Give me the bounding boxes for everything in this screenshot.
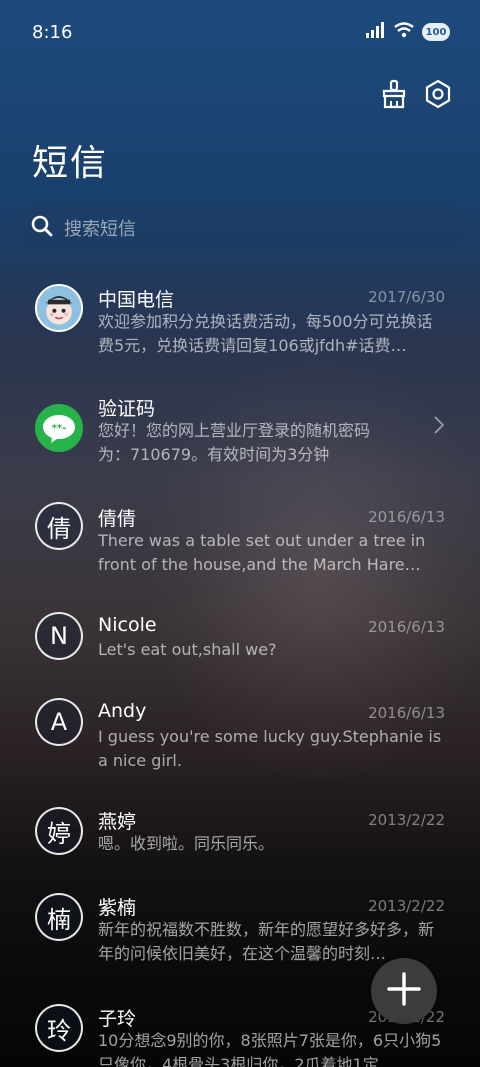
message-preview: Let's eat out,shall we?	[98, 640, 277, 659]
message-preview: 新年的祝福数不胜数，新年的愿望好多好多，新年的问候依旧美好，在这个温馨的时刻…	[98, 920, 435, 963]
message-preview: There was a table set out under a tree i…	[98, 531, 426, 574]
avatar-letter: 玲	[35, 1004, 83, 1052]
contact-name: 燕婷	[98, 811, 137, 833]
contact-name: Andy	[98, 700, 147, 722]
contact-name: Nicole	[98, 614, 157, 636]
message-preview: 10分想念9别的你，8张照片7张是你，6只小狗5只像你，4根骨头3根归你，2爪着…	[98, 1031, 442, 1067]
message-preview: 嗯。收到啦。同乐同乐。	[98, 834, 275, 853]
message-item-andy[interactable]: A Andy 2016/6/13 I guess you're some luc…	[0, 696, 480, 776]
avatar-photo	[35, 284, 83, 332]
avatar-letter: 婷	[35, 807, 83, 855]
message-date: 2016/6/13	[368, 508, 445, 526]
avatar-letter: 楠	[35, 893, 83, 941]
plus-icon	[386, 971, 422, 1011]
status-time: 8:16	[32, 22, 73, 43]
avatar-letter: N	[35, 612, 83, 660]
search-placeholder: 搜索短信	[64, 219, 136, 240]
message-item-yanting[interactable]: 婷 燕婷 2013/2/22 嗯。收到啦。同乐同乐。	[0, 805, 480, 865]
status-icons: 100	[366, 22, 450, 42]
message-preview: 您好！您的网上营业厅登录的随机密码为：710679。有效时间为3分钟	[98, 421, 371, 464]
contact-name: 验证码	[98, 398, 156, 420]
page-title: 短信	[32, 143, 109, 184]
message-item-verification-code[interactable]: **- 验证码 您好！您的网上营业厅登录的随机密码为：710679。有效时间为3…	[0, 390, 480, 480]
message-item-china-telecom[interactable]: 中国电信 2017/6/30 欢迎参加积分兑换话费活动，每500分可兑换话费5元…	[0, 270, 480, 370]
broom-icon[interactable]	[378, 78, 410, 110]
message-date: 2016/6/13	[368, 618, 445, 636]
avatar-letter: A	[35, 698, 83, 746]
search-bar[interactable]: 搜索短信	[16, 202, 466, 254]
message-preview: I guess you're some lucky guy.Stephanie …	[98, 727, 442, 770]
message-item-qianqian[interactable]: 倩 倩倩 2016/6/13 There was a table set out…	[0, 500, 480, 590]
message-date: 2016/6/13	[368, 704, 445, 722]
chevron-right-icon	[434, 416, 445, 438]
signal-icon	[366, 22, 386, 42]
message-preview: 欢迎参加积分兑换话费活动，每500分可兑换话费5元，兑换话费请回复106或jfd…	[98, 312, 433, 355]
verify-code-icon: **-	[35, 404, 83, 452]
contact-name: 中国电信	[98, 289, 175, 311]
new-message-button[interactable]	[371, 958, 437, 1024]
contact-name: 倩倩	[98, 508, 137, 530]
message-date: 2013/2/22	[368, 811, 445, 829]
message-date: 2013/2/22	[368, 897, 445, 915]
contact-name: 子玲	[98, 1008, 137, 1030]
message-date: 2017/6/30	[368, 288, 445, 306]
battery-icon: 100	[422, 23, 450, 41]
message-item-nicole[interactable]: N Nicole 2016/6/13 Let's eat out,shall w…	[0, 610, 480, 670]
gear-icon[interactable]	[422, 78, 454, 110]
contact-name: 紫楠	[98, 897, 137, 919]
status-bar: 8:16 100	[0, 0, 480, 64]
svg-text:**-: **-	[52, 423, 67, 434]
search-icon	[30, 214, 54, 242]
wifi-icon	[394, 22, 414, 42]
avatar-letter: 倩	[35, 502, 83, 550]
